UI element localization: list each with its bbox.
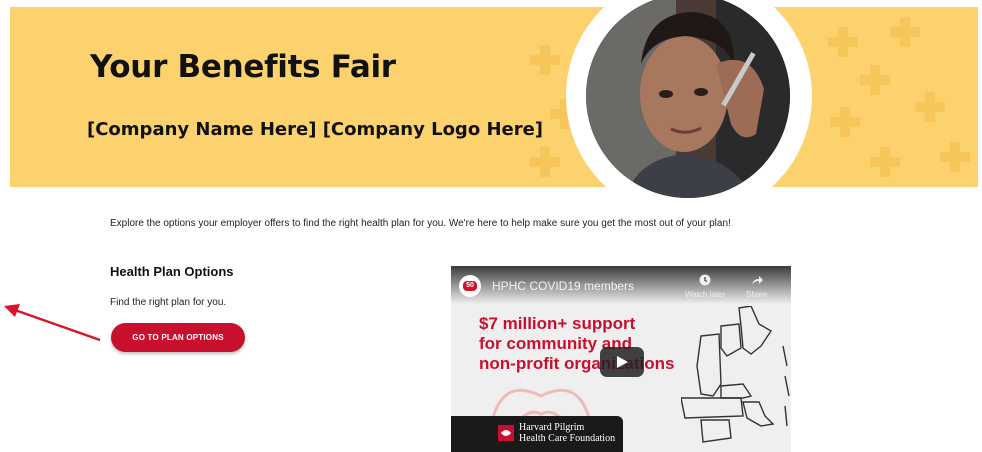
plus-pattern (915, 92, 945, 122)
hero-banner: Your Benefits Fair [Company Name Here] [… (10, 7, 978, 187)
promo-text: $7 million+ support for community and no… (479, 314, 674, 374)
promo-line: non-profit organizations (479, 354, 675, 373)
plus-pattern (530, 45, 560, 75)
company-placeholder: [Company Name Here] [Company Logo Here] (87, 119, 544, 140)
promo-line: for community and (479, 334, 633, 353)
northeast-map-graphic (681, 306, 790, 443)
channel-logo-icon[interactable]: 50 (459, 275, 481, 297)
channel-badge: 50 (463, 281, 477, 291)
foundation-name-line: Harvard Pilgrim (519, 422, 585, 433)
foundation-banner: Harvard Pilgrim Health Care Foundation (451, 416, 623, 452)
share-button[interactable]: Share (746, 274, 767, 299)
plus-pattern (860, 65, 890, 95)
video-player[interactable]: 50 HPHC COVID19 members Watch later Shar… (451, 266, 791, 452)
plus-pattern (830, 107, 860, 137)
foundation-name-line: Health Care Foundation (519, 433, 616, 444)
plus-pattern (530, 147, 560, 177)
share-arrow-icon (751, 276, 763, 285)
intro-text: Explore the options your employer offers… (110, 218, 731, 229)
annotation-arrow-icon (4, 304, 101, 342)
play-button[interactable] (600, 347, 644, 377)
hero-photo (586, 0, 790, 198)
go-to-plan-options-button[interactable]: GO TO PLAN OPTIONS (111, 323, 245, 352)
clock-icon (699, 274, 711, 286)
plus-pattern (870, 147, 900, 177)
plus-pattern (890, 17, 920, 47)
play-icon (617, 356, 628, 368)
plus-pattern (828, 27, 858, 57)
watch-later-label: Watch later (685, 290, 726, 299)
health-plan-options-text: Find the right plan for you. (110, 297, 227, 308)
promo-line: $7 million+ support (479, 314, 636, 333)
plus-pattern (940, 142, 970, 172)
foundation-logo-icon (498, 425, 514, 441)
health-plan-options-heading: Health Plan Options (110, 264, 234, 279)
foundation-name: Harvard Pilgrim Health Care Foundation (519, 422, 615, 444)
watch-later-button[interactable]: Watch later (685, 274, 725, 299)
page-title: Your Benefits Fair (90, 49, 396, 85)
share-label: Share (746, 290, 768, 299)
video-title[interactable]: HPHC COVID19 members (492, 279, 634, 293)
